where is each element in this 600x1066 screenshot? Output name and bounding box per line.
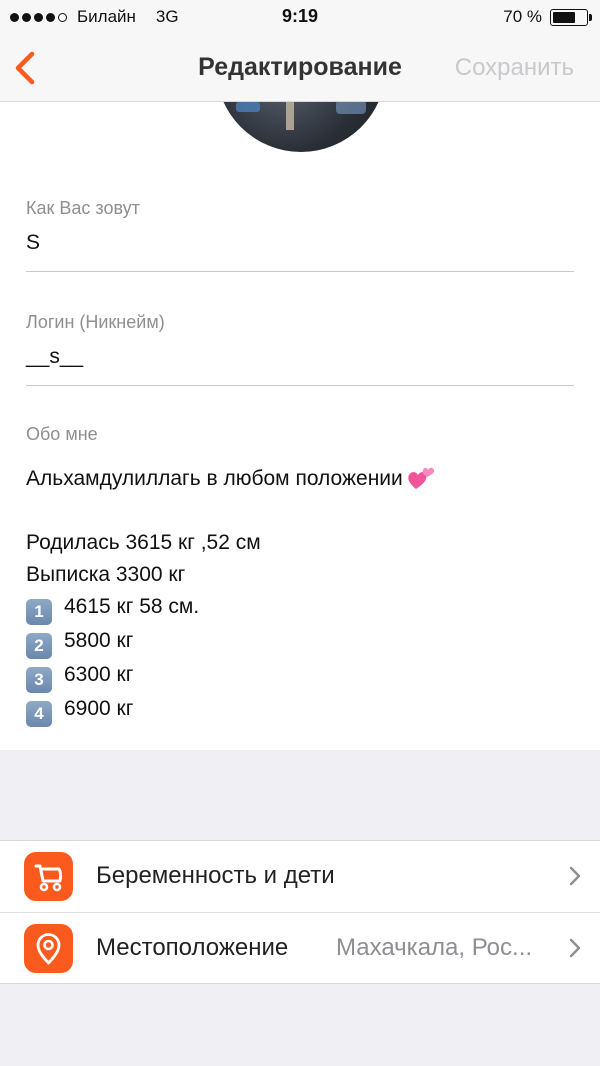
about-line: 6900 кг (64, 697, 134, 720)
login-input[interactable]: __s__ (26, 345, 574, 369)
about-line: 4615 кг 58 см. (64, 595, 200, 618)
about-label: Обо мне (26, 424, 98, 444)
avatar[interactable] (216, 102, 386, 152)
about-field[interactable]: Обо мне Альхамдулиллагь в любом положени… (26, 424, 574, 727)
chevron-right-icon (569, 938, 581, 958)
name-label: Как Вас зовут (26, 198, 140, 218)
two-hearts-icon (408, 467, 434, 489)
about-line: Родилась 3615 кг ,52 см (26, 531, 261, 554)
profile-form: Как Вас зовут S Логин (Никнейм) __s__ Об… (0, 102, 600, 750)
divider (26, 385, 574, 386)
login-field[interactable]: Логин (Никнейм) __s__ (26, 312, 574, 386)
about-line: 5800 кг (64, 629, 134, 652)
settings-row-pregnancy-children[interactable]: Беременность и дети (0, 841, 600, 912)
keycap-4-icon: 4 (26, 701, 52, 727)
battery-percent: 70 % (503, 7, 542, 26)
keycap-1-icon: 1 (26, 599, 52, 625)
name-input[interactable]: S (26, 231, 574, 255)
about-line: Выписка 3300 кг (26, 563, 186, 586)
chevron-right-icon (569, 866, 581, 886)
nav-bar: Редактирование Сохранить (0, 36, 600, 102)
about-line (26, 495, 574, 527)
location-pin-icon (24, 924, 73, 973)
login-label: Логин (Никнейм) (26, 312, 165, 332)
settings-row-label: Беременность и дети (96, 862, 335, 889)
name-field[interactable]: Как Вас зовут S (26, 198, 574, 272)
keycap-2-icon: 2 (26, 633, 52, 659)
settings-list: Беременность и дети Местоположение Махач… (0, 840, 600, 984)
settings-row-location[interactable]: Местоположение Махачкала, Рос... (0, 912, 600, 983)
divider (26, 271, 574, 272)
status-bar: Билайн 3G 9:19 70 % (0, 0, 600, 36)
about-textarea[interactable]: Альхамдулиллагь в любом положении Родила… (26, 463, 574, 727)
about-line: 6300 кг (64, 663, 134, 686)
stroller-icon (24, 852, 73, 901)
about-line: Альхамдулиллагь в любом положении (26, 467, 403, 490)
battery-icon (550, 8, 592, 26)
status-right: 70 % (503, 7, 592, 27)
keycap-3-icon: 3 (26, 667, 52, 693)
save-button[interactable]: Сохранить (455, 54, 574, 82)
location-value: Махачкала, Рос... (336, 934, 533, 961)
settings-row-label: Местоположение (96, 934, 289, 961)
